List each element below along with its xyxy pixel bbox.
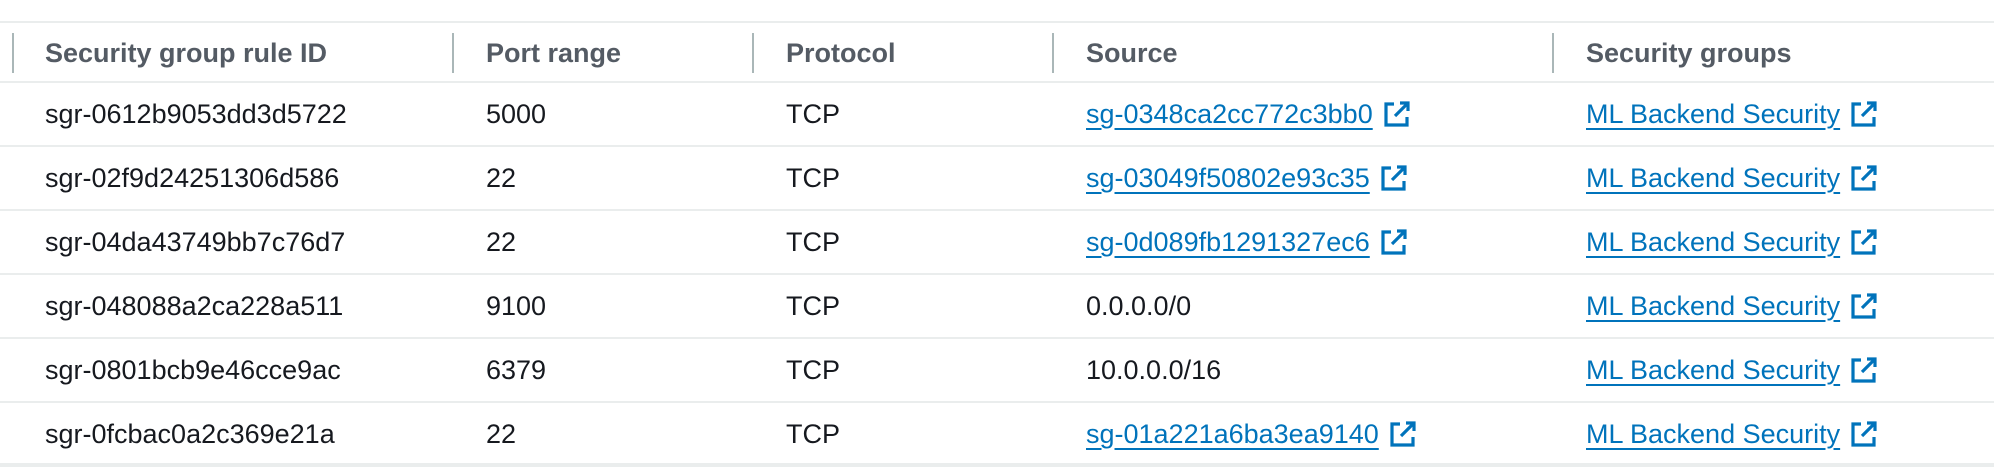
source-security-group-link[interactable]: sg-03049f50802e93c35 bbox=[1086, 163, 1370, 194]
source-cidr-cell: 0.0.0.0/0 bbox=[1086, 290, 1192, 321]
protocol-cell: TCP bbox=[786, 290, 840, 321]
external-link-icon[interactable] bbox=[1848, 418, 1880, 450]
security-group-cell: ML Backend Security bbox=[1586, 403, 1880, 465]
column-resize-handle[interactable] bbox=[1052, 33, 1054, 73]
table-header: Security group rule ID Port range Protoc… bbox=[0, 23, 1994, 83]
security-group-cell: ML Backend Security bbox=[1586, 211, 1880, 273]
column-header-port-range[interactable]: Port range bbox=[486, 23, 621, 83]
security-group-cell: ML Backend Security bbox=[1586, 147, 1880, 209]
security-group-link[interactable]: ML Backend Security bbox=[1586, 355, 1840, 386]
column-header-security-groups[interactable]: Security groups bbox=[1586, 23, 1792, 83]
source-security-group-link[interactable]: sg-0348ca2cc772c3bb0 bbox=[1086, 99, 1373, 130]
table-body: sgr-0612b9053dd3d5722 5000 TCP sg-0348ca… bbox=[0, 83, 1994, 467]
security-group-link[interactable]: ML Backend Security bbox=[1586, 163, 1840, 194]
column-resize-handle[interactable] bbox=[12, 33, 14, 73]
security-group-link[interactable]: ML Backend Security bbox=[1586, 291, 1840, 322]
security-group-cell: ML Backend Security bbox=[1586, 339, 1880, 401]
external-link-icon[interactable] bbox=[1848, 162, 1880, 194]
table-row: sgr-04da43749bb7c76d7 22 TCP sg-0d089fb1… bbox=[0, 211, 1994, 275]
port-range-cell: 22 bbox=[486, 162, 517, 193]
table-row: sgr-0801bcb9e46cce9ac 6379 TCP 10.0.0.0/… bbox=[0, 339, 1994, 403]
port-range-cell: 9100 bbox=[486, 290, 547, 321]
source-security-group-link[interactable]: sg-0d089fb1291327ec6 bbox=[1086, 227, 1370, 258]
column-header-rule-id[interactable]: Security group rule ID bbox=[45, 23, 327, 83]
port-range-cell: 5000 bbox=[486, 98, 547, 129]
source-cell: sg-0348ca2cc772c3bb0 bbox=[1086, 83, 1413, 145]
rule-id-cell: sgr-0fcbac0a2c369e21a bbox=[45, 418, 335, 449]
table-row: sgr-048088a2ca228a511 9100 TCP 0.0.0.0/0… bbox=[0, 275, 1994, 339]
source-cidr-cell: 10.0.0.0/16 bbox=[1086, 354, 1222, 385]
port-range-cell: 6379 bbox=[486, 354, 547, 385]
external-link-icon[interactable] bbox=[1848, 98, 1880, 130]
protocol-cell: TCP bbox=[786, 162, 840, 193]
external-link-icon[interactable] bbox=[1381, 98, 1413, 130]
port-range-cell: 22 bbox=[486, 418, 517, 449]
external-link-icon[interactable] bbox=[1848, 354, 1880, 386]
security-group-cell: ML Backend Security bbox=[1586, 275, 1880, 337]
external-link-icon[interactable] bbox=[1848, 226, 1880, 258]
protocol-cell: TCP bbox=[786, 418, 840, 449]
external-link-icon[interactable] bbox=[1848, 290, 1880, 322]
security-group-rules-table: Security group rule ID Port range Protoc… bbox=[0, 0, 1994, 476]
external-link-icon[interactable] bbox=[1378, 226, 1410, 258]
security-group-cell: ML Backend Security bbox=[1586, 83, 1880, 145]
rule-id-cell: sgr-0612b9053dd3d5722 bbox=[45, 98, 347, 129]
port-range-cell: 22 bbox=[486, 226, 517, 257]
column-header-source[interactable]: Source bbox=[1086, 23, 1178, 83]
table-row: sgr-02f9d24251306d586 22 TCP sg-03049f50… bbox=[0, 147, 1994, 211]
column-resize-handle[interactable] bbox=[752, 33, 754, 73]
column-resize-handle[interactable] bbox=[452, 33, 454, 73]
source-cell: sg-01a221a6ba3ea9140 bbox=[1086, 403, 1419, 465]
security-group-link[interactable]: ML Backend Security bbox=[1586, 99, 1840, 130]
table-row: sgr-0fcbac0a2c369e21a 22 TCP sg-01a221a6… bbox=[0, 403, 1994, 467]
source-cell: sg-03049f50802e93c35 bbox=[1086, 147, 1410, 209]
table-row: sgr-0612b9053dd3d5722 5000 TCP sg-0348ca… bbox=[0, 83, 1994, 147]
rule-id-cell: sgr-048088a2ca228a511 bbox=[45, 290, 344, 321]
protocol-cell: TCP bbox=[786, 226, 840, 257]
external-link-icon[interactable] bbox=[1378, 162, 1410, 194]
column-header-protocol[interactable]: Protocol bbox=[786, 23, 896, 83]
security-group-link[interactable]: ML Backend Security bbox=[1586, 227, 1840, 258]
protocol-cell: TCP bbox=[786, 98, 840, 129]
source-cell: sg-0d089fb1291327ec6 bbox=[1086, 211, 1410, 273]
protocol-cell: TCP bbox=[786, 354, 840, 385]
external-link-icon[interactable] bbox=[1387, 418, 1419, 450]
column-resize-handle[interactable] bbox=[1552, 33, 1554, 73]
rule-id-cell: sgr-0801bcb9e46cce9ac bbox=[45, 354, 341, 385]
source-security-group-link[interactable]: sg-01a221a6ba3ea9140 bbox=[1086, 419, 1379, 450]
security-group-link[interactable]: ML Backend Security bbox=[1586, 419, 1840, 450]
rule-id-cell: sgr-04da43749bb7c76d7 bbox=[45, 226, 346, 257]
rule-id-cell: sgr-02f9d24251306d586 bbox=[45, 162, 340, 193]
